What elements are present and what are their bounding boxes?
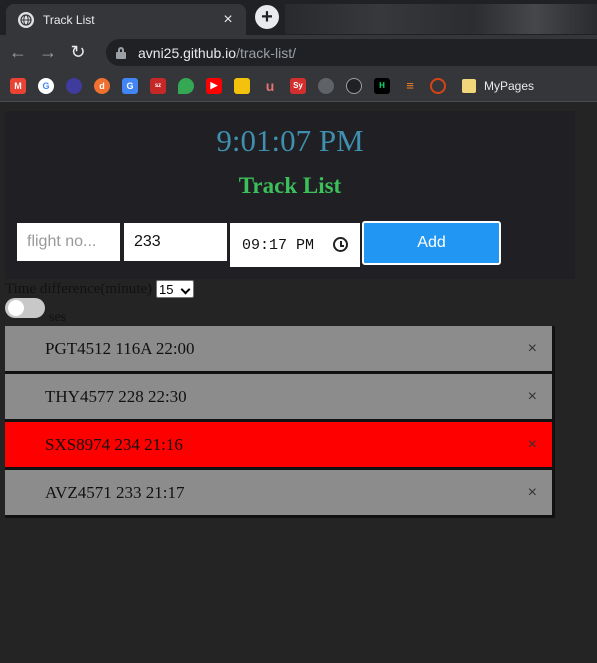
- bookmark-folder-mypages[interactable]: MyPages: [462, 78, 535, 93]
- other-tabs: [285, 4, 597, 34]
- time-difference-value: 15: [159, 281, 174, 297]
- track-row-text: SXS8974 234 21:16: [45, 434, 183, 454]
- page-title: Track List: [238, 173, 342, 198]
- track-row-text: AVZ4571 233 21:17: [45, 482, 185, 502]
- youtube-icon[interactable]: ▶: [206, 77, 222, 94]
- new-tab-button[interactable]: +: [255, 5, 279, 29]
- track-row[interactable]: AVZ4571 233 21:17 ×: [5, 470, 555, 518]
- time-difference-label: Time difference(minute): [5, 280, 153, 297]
- maps-icon[interactable]: [178, 77, 194, 94]
- remove-track-icon[interactable]: ×: [528, 436, 537, 454]
- url-path: /track-list/: [236, 44, 296, 61]
- browser-toolbar: ← → ↻ avni25.github.io/track-list/: [0, 35, 597, 70]
- close-tab-icon[interactable]: ×: [218, 11, 238, 29]
- tab-track-list[interactable]: Track List ×: [6, 4, 246, 35]
- duckduckgo-icon[interactable]: d: [94, 77, 110, 94]
- world-icon[interactable]: [318, 77, 334, 94]
- add-button[interactable]: Add: [362, 221, 501, 265]
- globe-icon: [18, 11, 34, 28]
- time-difference-row: Time difference(minute) 15: [5, 279, 195, 299]
- lock-icon: [116, 46, 126, 59]
- github-icon[interactable]: [346, 77, 362, 94]
- ses-label: ses: [49, 310, 67, 325]
- remove-track-icon[interactable]: ×: [528, 388, 537, 406]
- circle-bookmark-icon[interactable]: [66, 77, 82, 94]
- track-row-text: PGT4512 116A 22:00: [45, 338, 195, 358]
- track-row[interactable]: SXS8974 234 21:16 ×: [5, 422, 555, 470]
- tab-title: Track List: [43, 12, 95, 27]
- ses-toggle[interactable]: [5, 298, 45, 318]
- flight-number-input[interactable]: flight no...: [17, 223, 120, 261]
- google-icon[interactable]: G: [38, 77, 54, 94]
- bookmark-folder-label: MyPages: [484, 78, 535, 93]
- app-header: 9:01:07 PM Track List flight no... 233 0…: [5, 111, 575, 279]
- notes-icon[interactable]: [234, 77, 250, 94]
- track-list: PGT4512 116A 22:00 × THY4577 228 22:30 × SXS…: [5, 326, 555, 518]
- track-row[interactable]: THY4577 228 22:30 ×: [5, 374, 555, 422]
- gmail-icon[interactable]: M: [10, 77, 26, 94]
- sy-icon[interactable]: Sy: [290, 77, 306, 94]
- remove-track-icon[interactable]: ×: [528, 484, 537, 502]
- clock-icon[interactable]: [333, 237, 348, 252]
- bookmarks-bar: M G d G sz ▶ u Sy H ≡ MyPages: [0, 70, 597, 102]
- forward-arrow-icon[interactable]: →: [33, 38, 63, 68]
- live-clock: 9:01:07 PM: [216, 123, 364, 158]
- track-row-text: THY4577 228 22:30: [45, 386, 187, 406]
- track-row[interactable]: PGT4512 116A 22:00 ×: [5, 326, 555, 374]
- translate-icon[interactable]: G: [122, 77, 138, 94]
- udemy-icon[interactable]: u: [262, 78, 278, 94]
- reload-icon[interactable]: ↻: [63, 38, 93, 68]
- hackerrank-icon[interactable]: H: [374, 77, 390, 94]
- time-value: 09:17 PM: [242, 236, 315, 254]
- toggle-knob: [8, 300, 24, 316]
- back-arrow-icon[interactable]: ←: [3, 38, 33, 68]
- folder-icon: [462, 78, 476, 93]
- time-input[interactable]: 09:17 PM: [230, 223, 360, 267]
- stackoverflow-icon[interactable]: ≡: [402, 78, 418, 94]
- remove-track-icon[interactable]: ×: [528, 340, 537, 358]
- number-input[interactable]: 233: [124, 223, 227, 261]
- time-difference-select[interactable]: 15: [156, 280, 195, 298]
- url-host: avni25.github.io: [138, 44, 237, 61]
- tab-strip: Track List × +: [0, 0, 597, 35]
- address-bar[interactable]: avni25.github.io/track-list/: [106, 39, 597, 66]
- target-icon[interactable]: [430, 77, 446, 94]
- sozluk-icon[interactable]: sz: [150, 77, 166, 94]
